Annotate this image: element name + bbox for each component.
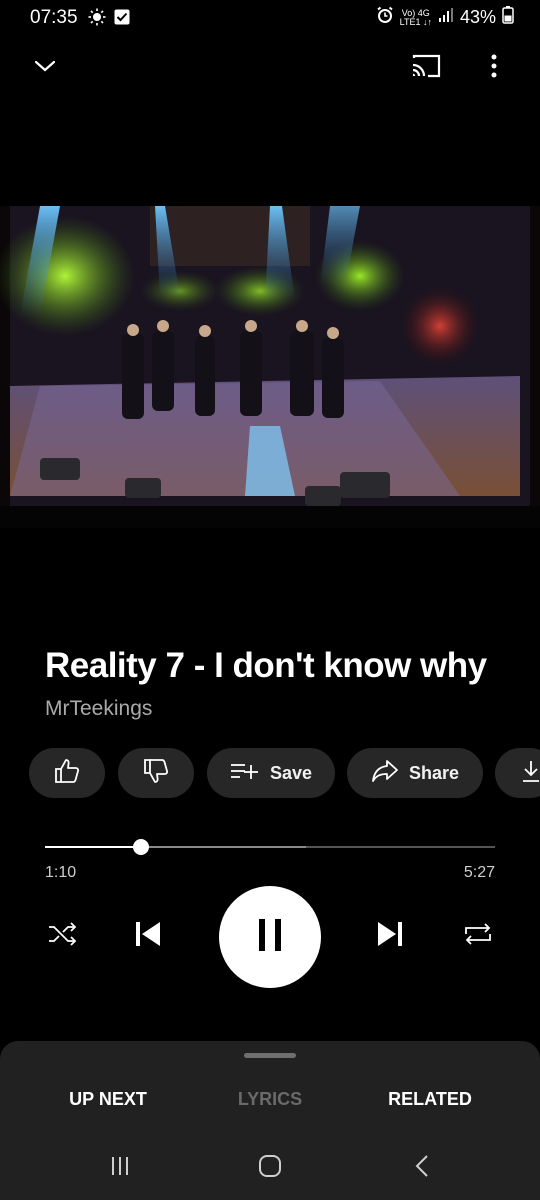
download-icon [521,759,540,788]
thumbs-up-icon [54,758,80,789]
cast-button[interactable] [406,48,446,88]
battery-icon [502,6,514,29]
sheet-drag-handle[interactable] [244,1053,296,1058]
previous-button[interactable] [128,916,168,956]
recents-icon [109,1155,131,1182]
video-frame [0,206,540,528]
next-button[interactable] [370,916,410,956]
download-button[interactable] [495,748,540,798]
battery-text: 43% [459,7,496,27]
thumbs-down-icon [143,758,169,789]
repeat-icon [463,921,493,952]
playlist-add-icon [230,761,260,786]
tab-up-next[interactable]: UP NEXT [28,1089,188,1110]
tab-lyrics[interactable]: LYRICS [190,1089,350,1110]
back-icon [414,1154,430,1183]
status-bar: 07:35 Vo) 4G LTE1 ↓↑ 43% [0,0,540,36]
channel-name[interactable]: MrTeekings [45,697,152,721]
signal-icon [438,7,454,28]
progress-bar [45,846,142,848]
back-button[interactable] [402,1150,442,1186]
home-button[interactable] [250,1150,290,1186]
recents-button[interactable] [100,1150,140,1186]
repeat-button[interactable] [458,916,498,956]
progress-thumb[interactable] [133,839,150,855]
chevron-down-icon [34,59,56,78]
checkbox-notification-icon [114,9,130,30]
more-options-button[interactable] [474,48,514,88]
cast-icon [411,54,441,83]
alarm-icon [376,6,394,29]
status-time: 07:35 [30,7,78,28]
pause-button[interactable] [219,886,321,988]
collapse-button[interactable] [25,48,65,88]
more-vertical-icon [491,54,497,83]
share-label: Share [408,762,460,783]
video-title: Reality 7 - I don't know why [45,646,487,685]
like-button[interactable] [29,748,105,798]
shuffle-button[interactable] [42,916,82,956]
progress-track[interactable] [45,846,495,848]
share-icon [371,759,399,788]
tab-related[interactable]: RELATED [350,1089,510,1110]
pause-icon [257,918,283,956]
video-player[interactable] [0,206,540,528]
skip-previous-icon [134,921,162,952]
skip-next-icon [376,921,404,952]
dislike-button[interactable] [118,748,194,798]
brightness-icon [88,8,106,31]
shuffle-icon [47,921,77,951]
elapsed-time: 1:10 [45,864,77,881]
save-button[interactable]: Save [207,748,335,798]
network-indicator: Vo) 4G LTE1 ↓↑ [399,7,432,27]
total-duration: 5:27 [463,864,495,881]
save-label: Save [269,762,313,783]
home-icon [258,1154,282,1183]
share-button[interactable]: Share [347,748,483,798]
